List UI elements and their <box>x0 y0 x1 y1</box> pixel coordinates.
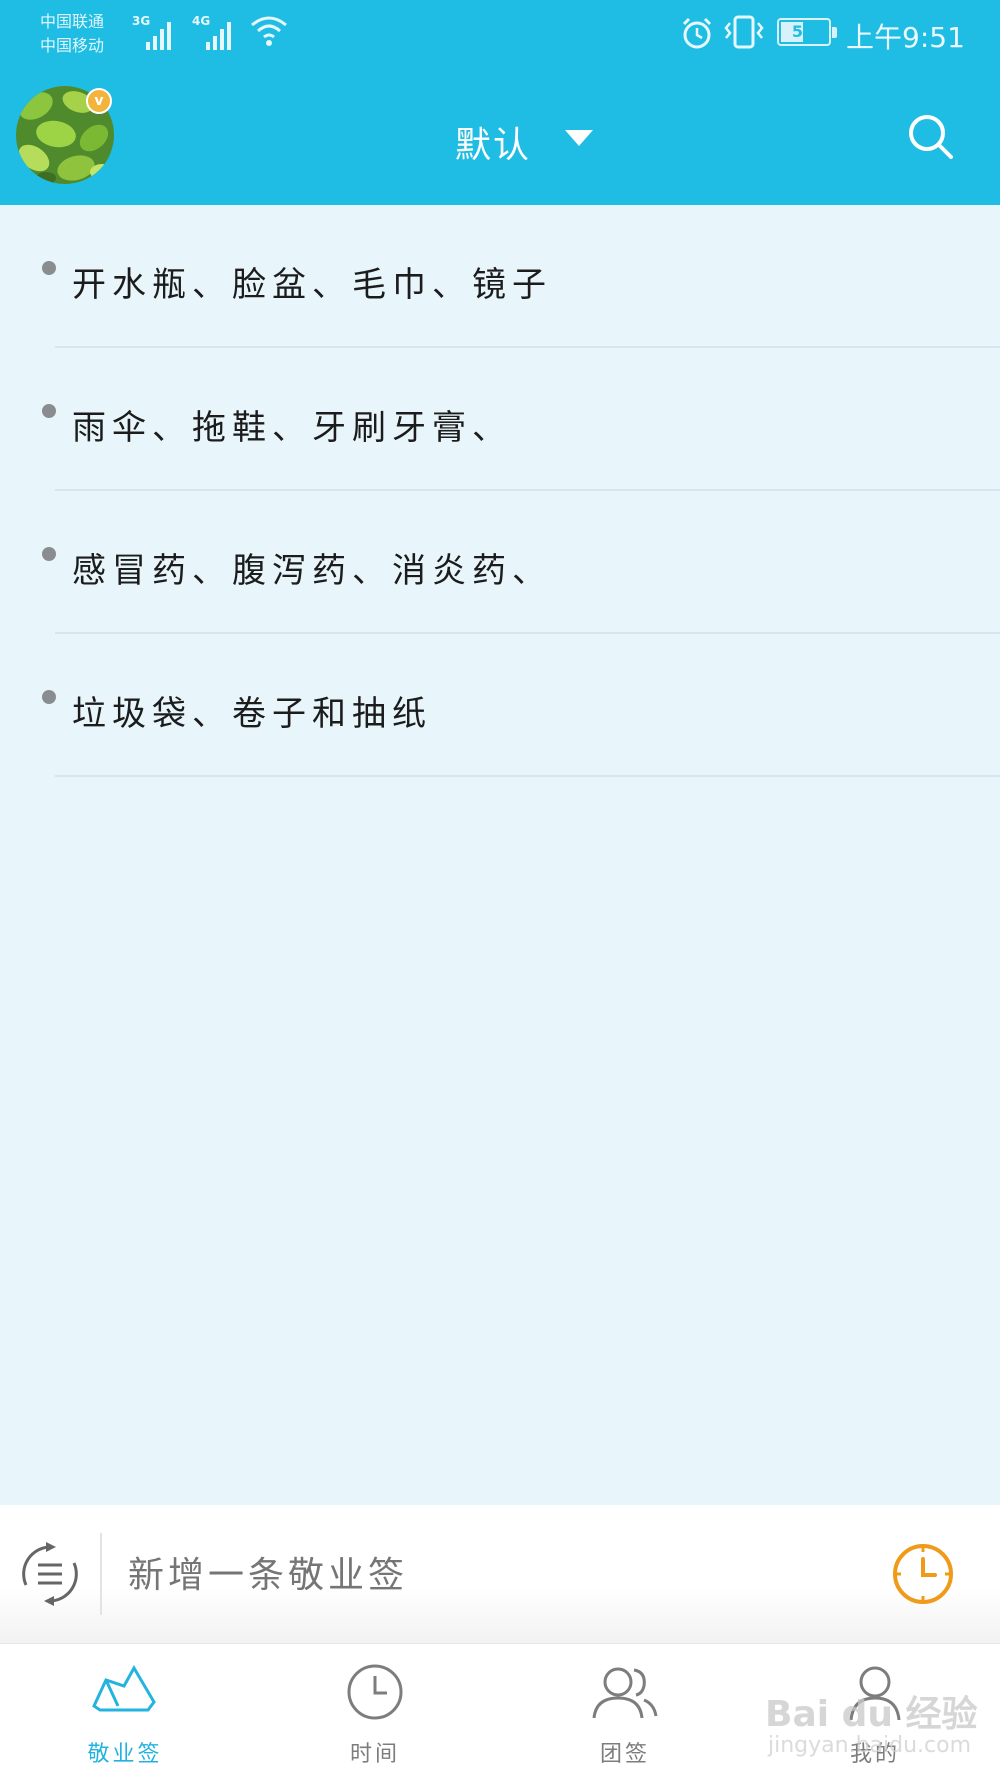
alarm-icon <box>682 17 712 49</box>
divider <box>100 1533 102 1615</box>
signal-3g-icon: 3G <box>132 14 176 50</box>
note-list: 开水瓶、脸盆、毛巾、镜子 雨伞、拖鞋、牙刷牙膏、 感冒药、腹泻药、消炎药、 垃圾… <box>0 205 1000 777</box>
note-text: 感冒药、腹泻药、消炎药、 <box>72 551 552 591</box>
bullet-icon <box>42 547 56 561</box>
watermark-url: jingyan.baidu.com <box>768 1733 972 1758</box>
tab-label: 时间 <box>349 1742 400 1767</box>
note-text: 垃圾袋、卷子和抽纸 <box>72 694 432 734</box>
team-icon <box>592 1667 658 1719</box>
tab-team[interactable]: 团签 <box>500 1644 750 1779</box>
note-text: 开水瓶、脸盆、毛巾、镜子 <box>72 265 552 305</box>
carrier-labels: 中国联通 中国移动 <box>40 10 104 58</box>
wifi-icon <box>251 16 287 46</box>
divider <box>55 775 1000 777</box>
list-item[interactable]: 开水瓶、脸盆、毛巾、镜子 <box>0 205 1000 348</box>
signal-4g-icon: 4G <box>192 14 236 50</box>
list-item[interactable]: 感冒药、腹泻药、消炎药、 <box>0 491 1000 634</box>
note-icon <box>92 1664 156 1712</box>
tab-notes[interactable]: 敬业签 <box>0 1644 250 1779</box>
carrier-2: 中国移动 <box>40 36 105 55</box>
tab-label: 敬业签 <box>87 1742 163 1767</box>
chevron-down-icon[interactable] <box>563 128 595 148</box>
bullet-icon <box>42 261 56 275</box>
app-header: 中国联通 中国移动 3G 4G 51 上午9:51 v 默认 <box>0 0 1000 205</box>
reminder-clock-icon[interactable] <box>890 1541 956 1607</box>
note-text: 雨伞、拖鞋、牙刷牙膏、 <box>72 408 512 448</box>
category-title[interactable]: 默认 <box>455 116 531 168</box>
tab-time[interactable]: 时间 <box>250 1644 500 1779</box>
battery-level: 51 <box>791 22 815 41</box>
new-note-input[interactable] <box>128 1555 728 1596</box>
list-item[interactable]: 垃圾袋、卷子和抽纸 <box>0 634 1000 777</box>
battery-icon: 51 <box>777 18 837 46</box>
status-time: 上午9:51 <box>846 21 965 54</box>
bullet-icon <box>42 690 56 704</box>
list-sync-icon[interactable] <box>18 1541 82 1607</box>
vip-badge-icon: v <box>86 88 112 114</box>
tab-label: 团签 <box>599 1742 650 1767</box>
list-item[interactable]: 雨伞、拖鞋、牙刷牙膏、 <box>0 348 1000 491</box>
vibrate-icon <box>724 15 764 49</box>
watermark-logo: Bai du 经验 <box>765 1694 978 1735</box>
carrier-1: 中国联通 <box>40 12 105 31</box>
bullet-icon <box>42 404 56 418</box>
composer-bar <box>0 1505 1000 1643</box>
clock-icon <box>347 1664 403 1720</box>
search-icon[interactable] <box>906 112 956 162</box>
status-bar: 中国联通 中国移动 3G 4G 51 上午9:51 <box>0 0 1000 68</box>
